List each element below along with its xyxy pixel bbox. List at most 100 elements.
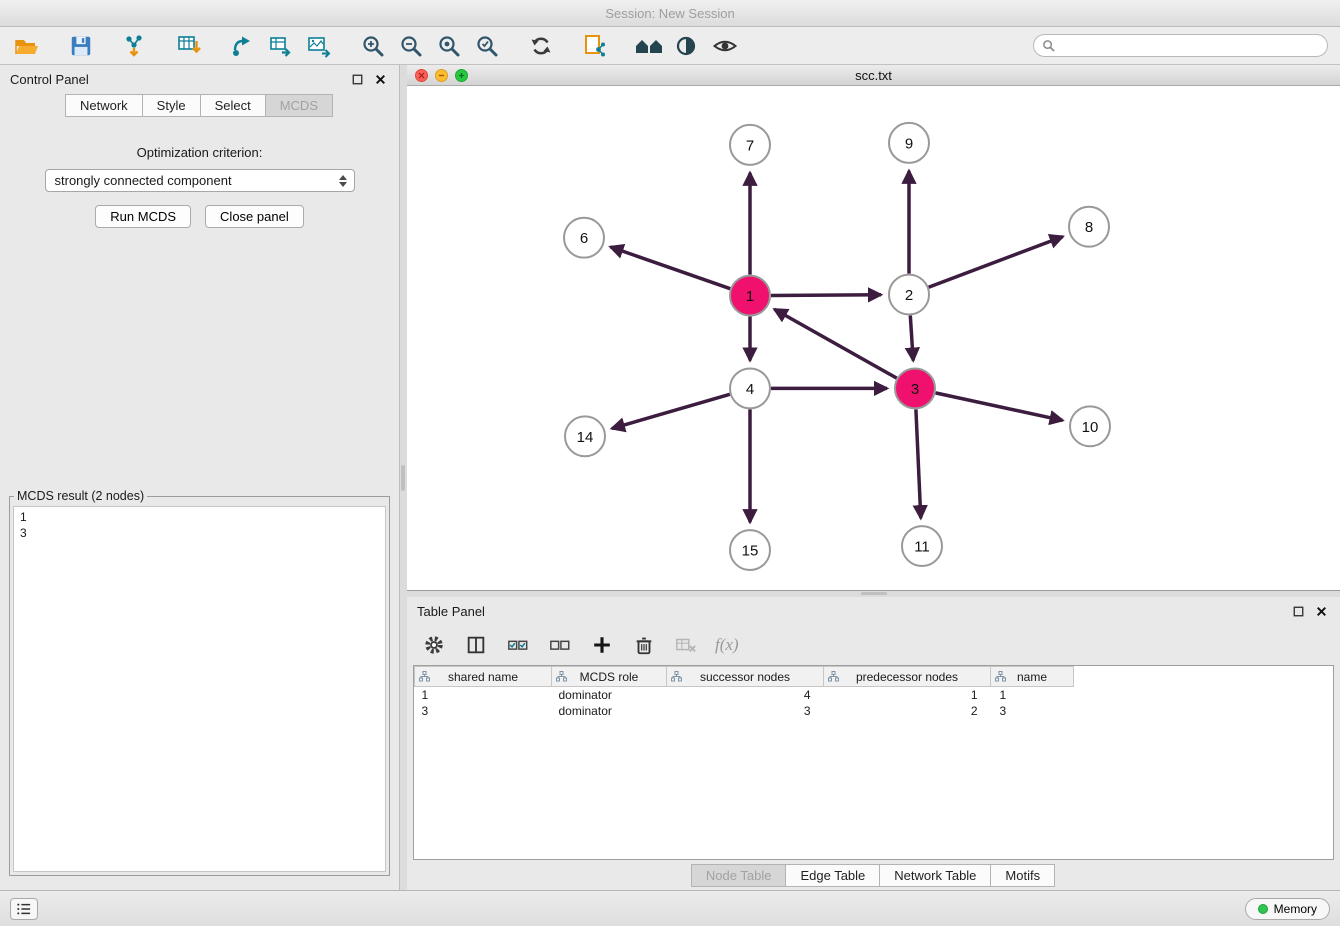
style-paint-button[interactable] bbox=[672, 31, 702, 61]
mcds-panel: Optimization criterion: strongly connect… bbox=[0, 123, 399, 890]
memory-status-icon bbox=[1258, 904, 1268, 914]
delete-table-button[interactable] bbox=[673, 632, 699, 658]
svg-text:10: 10 bbox=[1082, 419, 1099, 436]
session-file-icon bbox=[582, 33, 608, 59]
optimization-criterion-select[interactable]: strongly connected component bbox=[45, 169, 355, 192]
graph-node-3[interactable]: 3 bbox=[895, 368, 935, 408]
table-cell[interactable]: dominator bbox=[552, 703, 667, 719]
graph-node-8[interactable]: 8 bbox=[1069, 207, 1109, 247]
zoom-fit-button[interactable] bbox=[434, 31, 464, 61]
column-header-shared-name[interactable]: shared name bbox=[415, 667, 552, 687]
tab-style[interactable]: Style bbox=[142, 94, 201, 117]
table-panel-float-button[interactable] bbox=[1290, 603, 1307, 620]
select-all-rows-button[interactable] bbox=[505, 632, 531, 658]
table-row[interactable]: 1 dominator 4 1 1 bbox=[415, 687, 1334, 703]
create-column-button[interactable] bbox=[589, 632, 615, 658]
table-settings-button[interactable] bbox=[421, 632, 447, 658]
graph-node-4[interactable]: 4 bbox=[730, 368, 770, 408]
edge-4-14[interactable] bbox=[612, 394, 730, 428]
close-icon bbox=[1316, 606, 1327, 617]
graph-node-6[interactable]: 6 bbox=[564, 218, 604, 258]
table-cell[interactable]: dominator bbox=[552, 687, 667, 703]
graph-node-9[interactable]: 9 bbox=[889, 123, 929, 163]
control-panel-float-button[interactable] bbox=[349, 71, 366, 88]
import-network-button[interactable] bbox=[120, 31, 150, 61]
export-image-button[interactable] bbox=[304, 31, 334, 61]
task-history-button[interactable] bbox=[10, 898, 38, 920]
edge-2-8[interactable] bbox=[929, 237, 1063, 288]
horizontal-splitter[interactable] bbox=[407, 591, 1340, 597]
zoom-in-button[interactable] bbox=[358, 31, 388, 61]
graph-node-1[interactable]: 1 bbox=[730, 276, 770, 316]
tab-motifs[interactable]: Motifs bbox=[990, 864, 1055, 887]
export-network-button[interactable] bbox=[228, 31, 258, 61]
edge-1-2[interactable] bbox=[771, 295, 881, 296]
tab-select[interactable]: Select bbox=[200, 94, 266, 117]
column-header-mcds-role[interactable]: MCDS role bbox=[552, 667, 667, 687]
tab-mcds[interactable]: MCDS bbox=[265, 94, 333, 117]
column-attribute-icon bbox=[995, 671, 1006, 685]
memory-button[interactable]: Memory bbox=[1245, 898, 1330, 920]
refresh-button[interactable] bbox=[526, 31, 556, 61]
table-panel-header: Table Panel bbox=[407, 597, 1340, 625]
network-window-titlebar: scc.txt bbox=[407, 65, 1340, 86]
open-file-button[interactable] bbox=[12, 31, 42, 61]
edge-3-11[interactable] bbox=[916, 409, 921, 518]
show-columns-button[interactable] bbox=[463, 632, 489, 658]
tab-node-table[interactable]: Node Table bbox=[691, 864, 787, 887]
first-neighbors-button[interactable] bbox=[634, 31, 664, 61]
trash-icon bbox=[633, 634, 655, 656]
graph-node-10[interactable]: 10 bbox=[1070, 406, 1110, 446]
graph-node-7[interactable]: 7 bbox=[730, 125, 770, 165]
vertical-splitter[interactable] bbox=[400, 65, 407, 890]
control-panel-close-button[interactable] bbox=[372, 71, 389, 88]
graph-node-15[interactable]: 15 bbox=[730, 530, 770, 570]
table-cell[interactable]: 3 bbox=[415, 703, 552, 719]
table-cell[interactable]: 1 bbox=[991, 687, 1074, 703]
window-minimize-button[interactable] bbox=[435, 69, 448, 82]
export-table-button[interactable] bbox=[266, 31, 296, 61]
edge-3-1[interactable] bbox=[774, 309, 896, 378]
table-cell[interactable]: 2 bbox=[824, 703, 991, 719]
style-paint-icon bbox=[675, 33, 699, 59]
edge-3-10[interactable] bbox=[936, 393, 1063, 421]
close-panel-button[interactable]: Close panel bbox=[205, 205, 304, 228]
window-zoom-button[interactable] bbox=[455, 69, 468, 82]
window-close-button[interactable] bbox=[415, 69, 428, 82]
save-session-button[interactable] bbox=[66, 31, 96, 61]
graph-node-11[interactable]: 11 bbox=[902, 526, 942, 566]
run-mcds-button[interactable]: Run MCDS bbox=[95, 205, 191, 228]
table-cell[interactable]: 1 bbox=[824, 687, 991, 703]
import-table-button[interactable] bbox=[174, 31, 204, 61]
table-panel-close-button[interactable] bbox=[1313, 603, 1330, 620]
graph-node-2[interactable]: 2 bbox=[889, 275, 929, 315]
window-titlebar: Session: New Session bbox=[0, 0, 1340, 27]
zoom-out-button[interactable] bbox=[396, 31, 426, 61]
table-row[interactable]: 3 dominator 3 2 3 bbox=[415, 703, 1334, 719]
graph-node-14[interactable]: 14 bbox=[565, 416, 605, 456]
table-cell[interactable]: 3 bbox=[991, 703, 1074, 719]
result-node: 1 bbox=[20, 509, 379, 525]
column-attribute-icon bbox=[419, 671, 430, 685]
delete-column-button[interactable] bbox=[631, 632, 657, 658]
session-file-button[interactable] bbox=[580, 31, 610, 61]
edge-1-6[interactable] bbox=[610, 247, 730, 289]
edge-2-3[interactable] bbox=[910, 316, 913, 361]
column-header-name[interactable]: name bbox=[991, 667, 1074, 687]
tab-edge-table[interactable]: Edge Table bbox=[785, 864, 880, 887]
table-cell[interactable]: 1 bbox=[415, 687, 552, 703]
table-cell[interactable]: 3 bbox=[667, 703, 824, 719]
deselect-all-rows-button[interactable] bbox=[547, 632, 573, 658]
column-header-successor-nodes[interactable]: successor nodes bbox=[667, 667, 824, 687]
network-canvas[interactable]: 7 9 6 8 1 2 4 3 14 10 15 11 bbox=[407, 86, 1340, 590]
mcds-result-list[interactable]: 1 3 bbox=[13, 506, 386, 872]
function-builder-button[interactable]: f(x) bbox=[715, 635, 739, 655]
zoom-selected-button[interactable] bbox=[472, 31, 502, 61]
select-stepper-icon bbox=[339, 175, 347, 187]
table-cell[interactable]: 4 bbox=[667, 687, 824, 703]
search-input[interactable] bbox=[1060, 39, 1319, 53]
show-hide-button[interactable] bbox=[710, 31, 740, 61]
tab-network-table[interactable]: Network Table bbox=[879, 864, 991, 887]
column-header-predecessor-nodes[interactable]: predecessor nodes bbox=[824, 667, 991, 687]
tab-network[interactable]: Network bbox=[65, 94, 143, 117]
